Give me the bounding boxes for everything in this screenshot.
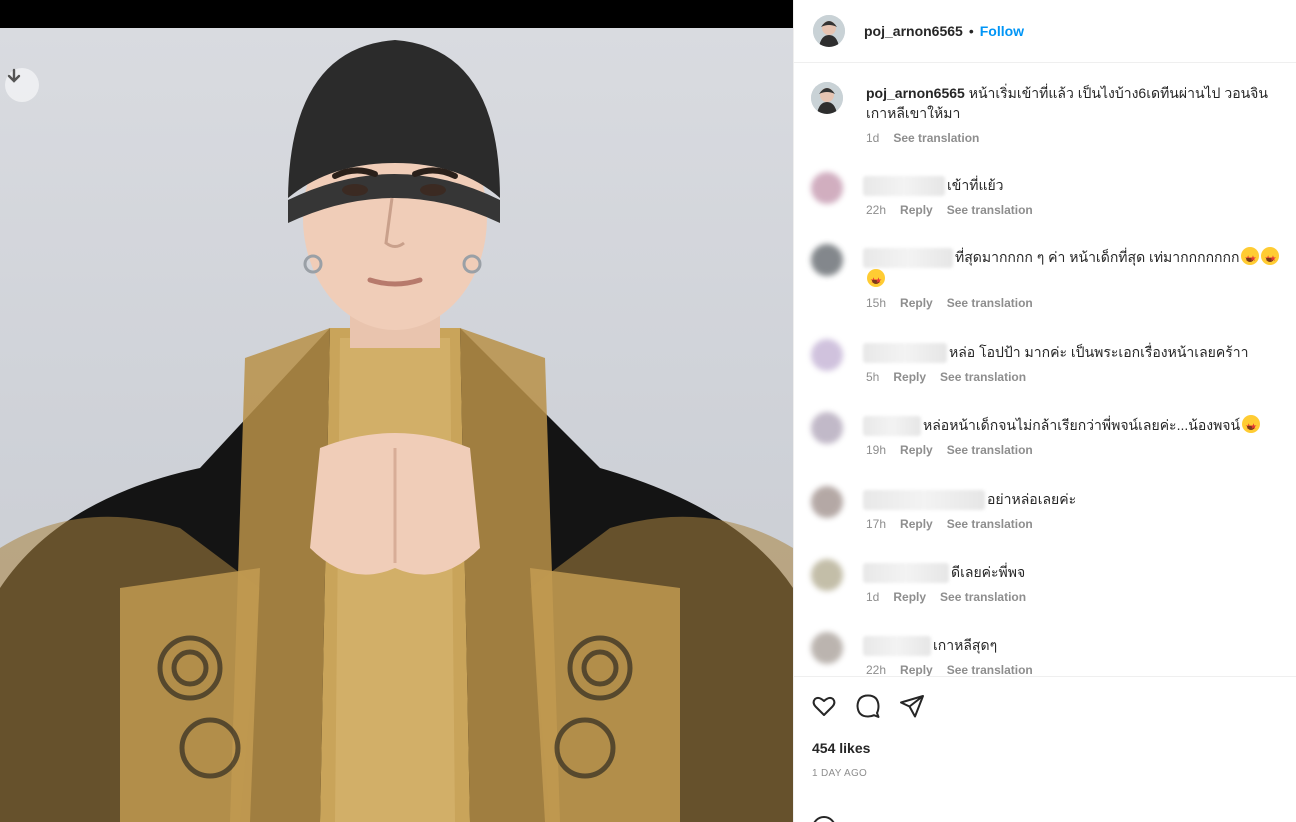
see-translation-button[interactable]: See translation [947, 663, 1033, 676]
comment-text: หล่อ โอปป้า มากค่ะ เป็นพระเอกเรื่องหน้าเ… [949, 344, 1249, 360]
follow-button[interactable]: Follow [980, 23, 1024, 39]
comment-text: เกาหลีสุดๆ [933, 637, 998, 653]
comment-body: หล่อ โอปป้า มากค่ะ เป็นพระเอกเรื่องหน้าเ… [863, 341, 1293, 364]
comment-body: หล่อหน้าเด็กจนไม่กล้าเรียกว่าพี่พจน์เลยค… [863, 414, 1293, 438]
emoji-picker-icon[interactable] [811, 815, 837, 822]
caption-see-translation[interactable]: See translation [893, 131, 979, 145]
caption-time[interactable]: 1d [866, 131, 879, 145]
see-translation-button[interactable]: See translation [940, 370, 1026, 384]
comment-body: ที่สุดมากกกก ๆ ค่า หน้าเด็กที่สุด เท่มาก… [863, 246, 1293, 292]
commenter-avatar[interactable] [811, 172, 843, 204]
comment-meta: 19h Reply See translation [866, 443, 1033, 457]
comment-icon[interactable] [855, 693, 881, 719]
share-icon[interactable] [899, 693, 925, 719]
commenter-username-redacted[interactable] [863, 248, 953, 269]
comment-meta: 15h Reply See translation [866, 296, 1033, 310]
caption-avatar-image [811, 82, 843, 114]
see-translation-button[interactable]: See translation [947, 296, 1033, 310]
commenter-username-redacted[interactable] [863, 176, 945, 197]
commenter-username-redacted[interactable] [863, 636, 931, 657]
comment-meta: 5h Reply See translation [866, 370, 1026, 384]
separator-dot: • [968, 23, 974, 39]
heart-icon[interactable] [811, 693, 837, 719]
post-side-panel: poj_arnon6565 • Follow poj_arnon6565 หน้… [793, 0, 1296, 822]
star-struck-emoji-icon [1242, 415, 1261, 438]
post-timestamp[interactable]: 1 DAY AGO [812, 768, 867, 779]
commenter-avatar[interactable] [811, 486, 843, 518]
commenter-username-redacted[interactable] [863, 563, 949, 584]
caption-avatar[interactable] [811, 82, 843, 114]
comment-body: ดีเลยค่ะพี่พจ [863, 561, 1293, 584]
comment-text: ที่สุดมากกกก ๆ ค่า หน้าเด็กที่สุด เท่มาก… [955, 249, 1240, 265]
download-arrow-icon [7, 68, 21, 83]
likes-count[interactable]: 454 likes [812, 740, 870, 756]
reply-button[interactable]: Reply [900, 663, 933, 676]
comment-text: อย่าหล่อเลยค่ะ [987, 491, 1077, 507]
reply-button[interactable]: Reply [900, 296, 933, 310]
comment-body: เข้าที่แย้ว [863, 174, 1293, 197]
commenter-avatar[interactable] [811, 559, 843, 591]
comment-body: เกาหลีสุดๆ [863, 634, 1293, 657]
reply-button[interactable]: Reply [900, 443, 933, 457]
see-translation-button[interactable]: See translation [940, 590, 1026, 604]
star-struck-emoji-icon [867, 269, 885, 292]
author-avatar[interactable] [813, 15, 845, 47]
comment-meta: 1d Reply See translation [866, 590, 1026, 604]
post-header: poj_arnon6565 • Follow [794, 0, 1296, 63]
comment-text: เข้าที่แย้ว [947, 177, 1004, 193]
photo-illustration [0, 40, 793, 822]
comment-time: 15h [866, 296, 887, 310]
commenter-avatar[interactable] [811, 412, 843, 444]
caption-text: poj_arnon6565 หน้าเริ่มเข้าที่แล้ว เป็นไ… [866, 83, 1291, 123]
author-username[interactable]: poj_arnon6565 [864, 23, 963, 39]
comment-time: 5h [866, 370, 880, 384]
reply-button[interactable]: Reply [900, 517, 933, 531]
caption-meta: 1d See translation [866, 131, 979, 145]
comment-time: 19h [866, 443, 887, 457]
commenter-username-redacted[interactable] [863, 490, 985, 511]
see-translation-button[interactable]: See translation [947, 203, 1033, 217]
reply-button[interactable]: Reply [900, 203, 933, 217]
comment-meta: 22h Reply See translation [866, 663, 1033, 676]
download-button[interactable] [5, 68, 39, 102]
comment-meta: 22h Reply See translation [866, 203, 1033, 217]
comments-list[interactable]: poj_arnon6565 หน้าเริ่มเข้าที่แล้ว เป็นไ… [794, 64, 1296, 676]
comment-time: 22h [866, 203, 887, 217]
comment-body: อย่าหล่อเลยค่ะ [863, 488, 1293, 511]
action-icons [811, 693, 925, 719]
comment-meta: 17h Reply See translation [866, 517, 1033, 531]
comment-text: ดีเลยค่ะพี่พจ [951, 564, 1026, 580]
comment-time: 17h [866, 517, 887, 531]
caption-username[interactable]: poj_arnon6565 [866, 85, 965, 101]
commenter-avatar[interactable] [811, 632, 843, 664]
author-avatar-image [813, 15, 845, 47]
star-struck-emoji-icon [1241, 247, 1260, 270]
star-struck-emoji-icon [1261, 247, 1280, 270]
reply-button[interactable]: Reply [893, 590, 926, 604]
commenter-username-redacted[interactable] [863, 343, 947, 364]
commenter-username-redacted[interactable] [863, 416, 921, 437]
comment-time: 1d [866, 590, 880, 604]
see-translation-button[interactable]: See translation [947, 443, 1033, 457]
commenter-avatar[interactable] [811, 244, 843, 276]
post-photo[interactable] [0, 28, 793, 822]
comment-time: 22h [866, 663, 887, 676]
reply-button[interactable]: Reply [893, 370, 926, 384]
post-actions: 454 likes 1 DAY AGO [794, 676, 1296, 822]
see-translation-button[interactable]: See translation [947, 517, 1033, 531]
commenter-avatar[interactable] [811, 339, 843, 371]
comment-text: หล่อหน้าเด็กจนไม่กล้าเรียกว่าพี่พจน์เลยค… [923, 417, 1241, 433]
post-media [0, 0, 793, 822]
